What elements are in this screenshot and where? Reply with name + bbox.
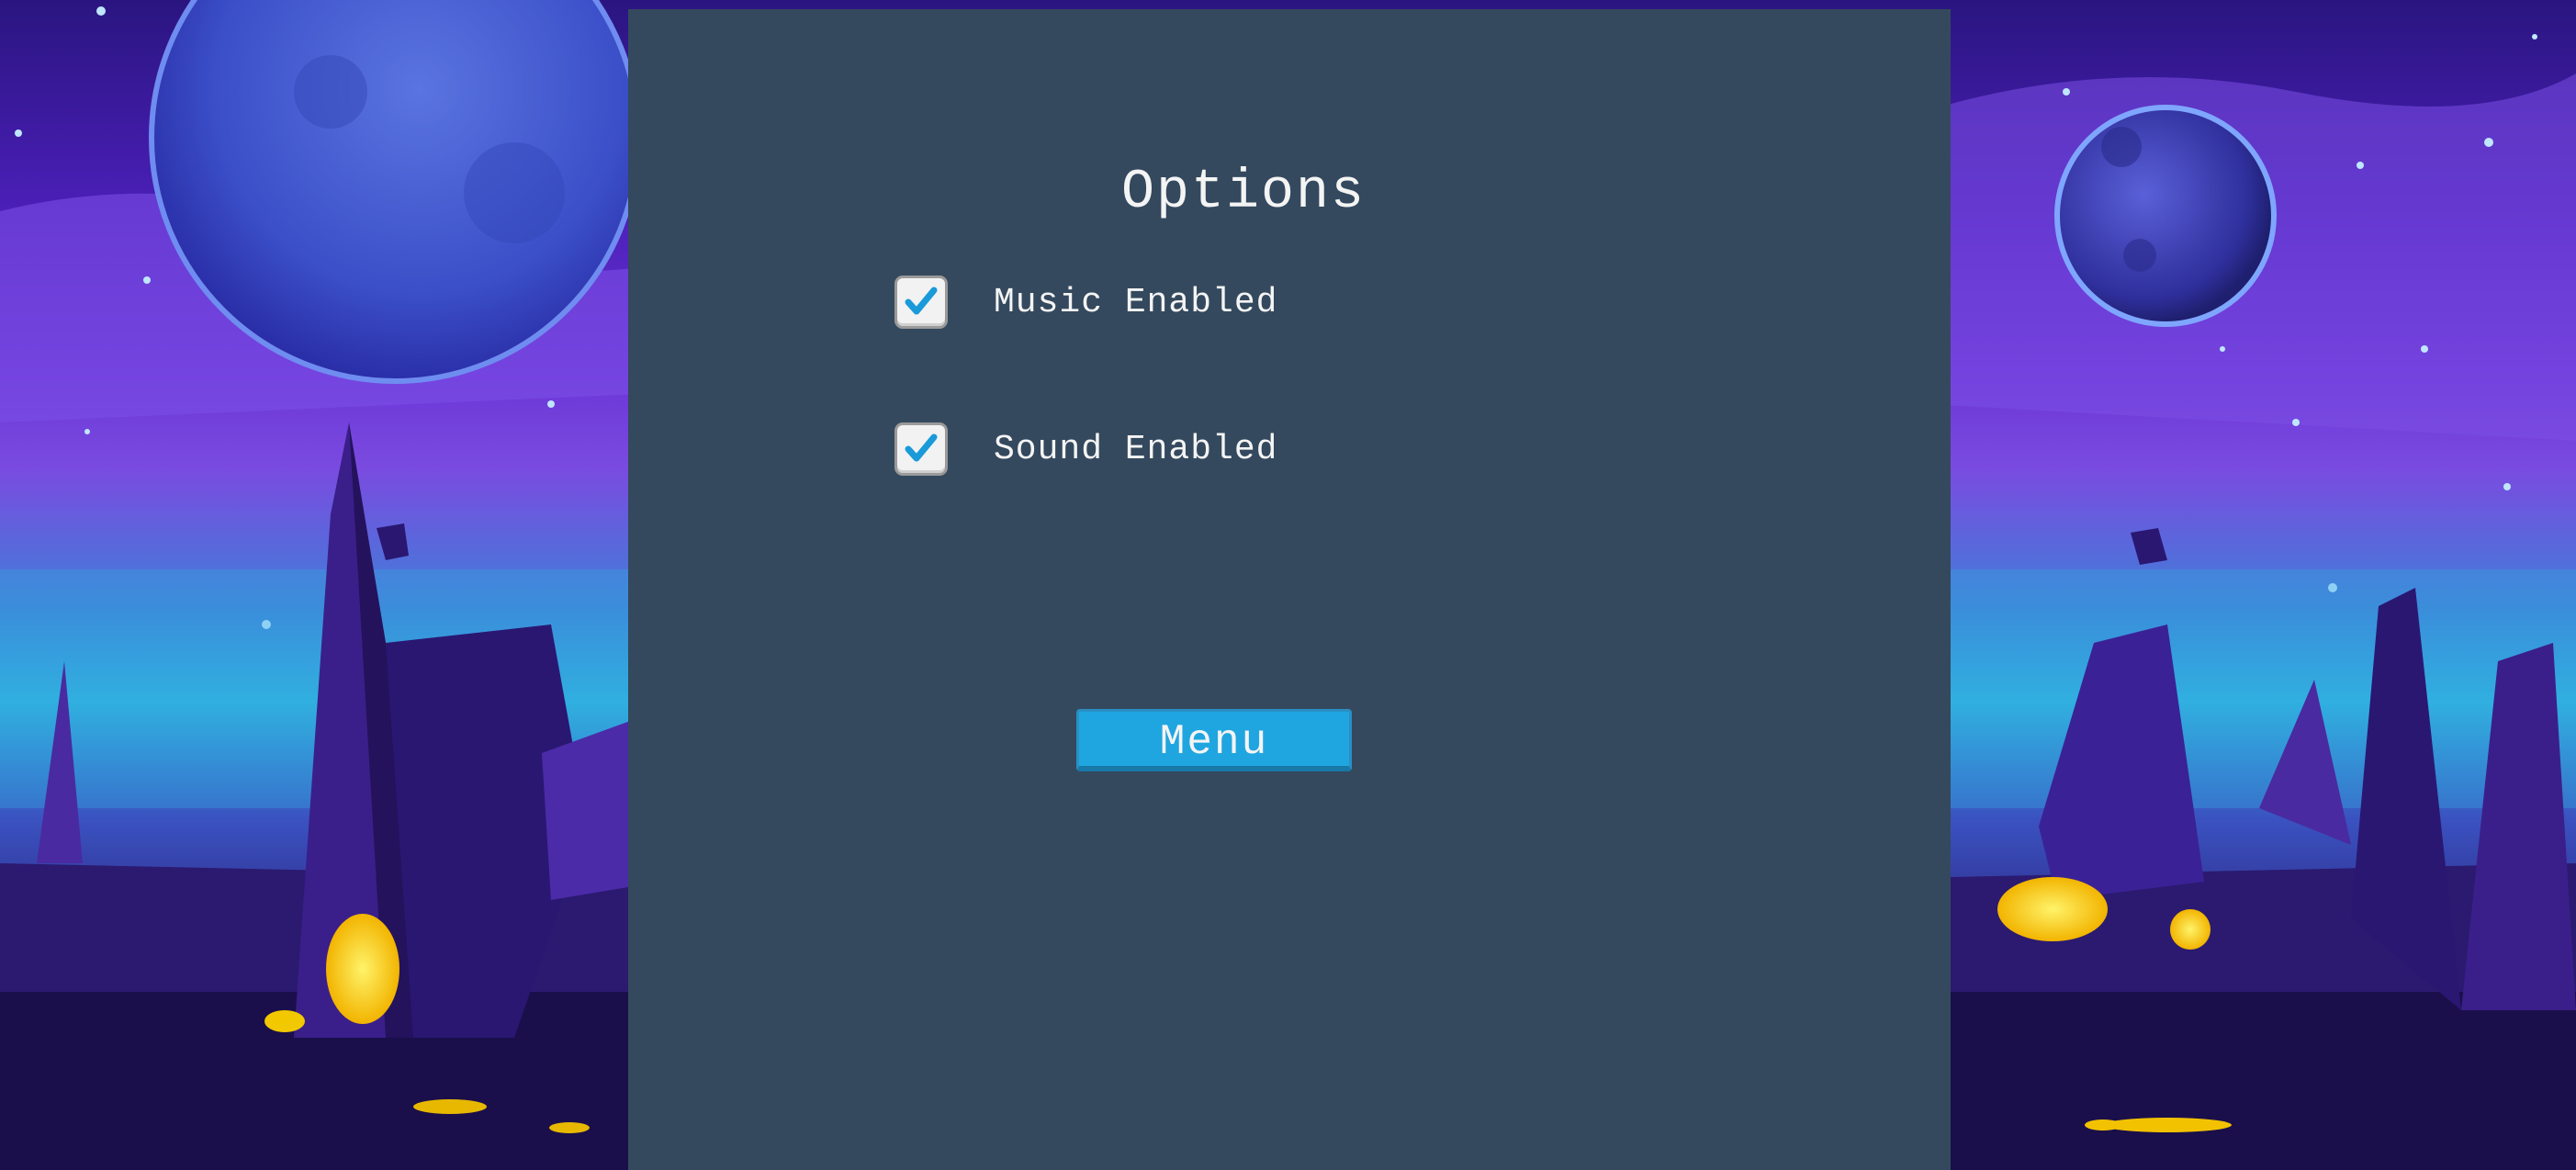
checkmark-icon xyxy=(905,433,938,462)
page-title: Options xyxy=(1120,162,1367,224)
right-moon xyxy=(2054,105,2277,327)
glowing-crystal xyxy=(326,914,399,1024)
sound-enabled-label: Sound Enabled xyxy=(994,430,1278,469)
music-enabled-label: Music Enabled xyxy=(994,283,1278,322)
game-stage: Options Music Enabled Sound Enabled Menu xyxy=(0,0,2576,1170)
options-panel: Options Music Enabled Sound Enabled Menu xyxy=(628,9,1951,1170)
music-enabled-checkbox[interactable] xyxy=(894,276,948,329)
sound-enabled-checkbox[interactable] xyxy=(894,422,948,476)
checkmark-icon xyxy=(905,287,938,315)
menu-button[interactable]: Menu xyxy=(1076,709,1352,771)
